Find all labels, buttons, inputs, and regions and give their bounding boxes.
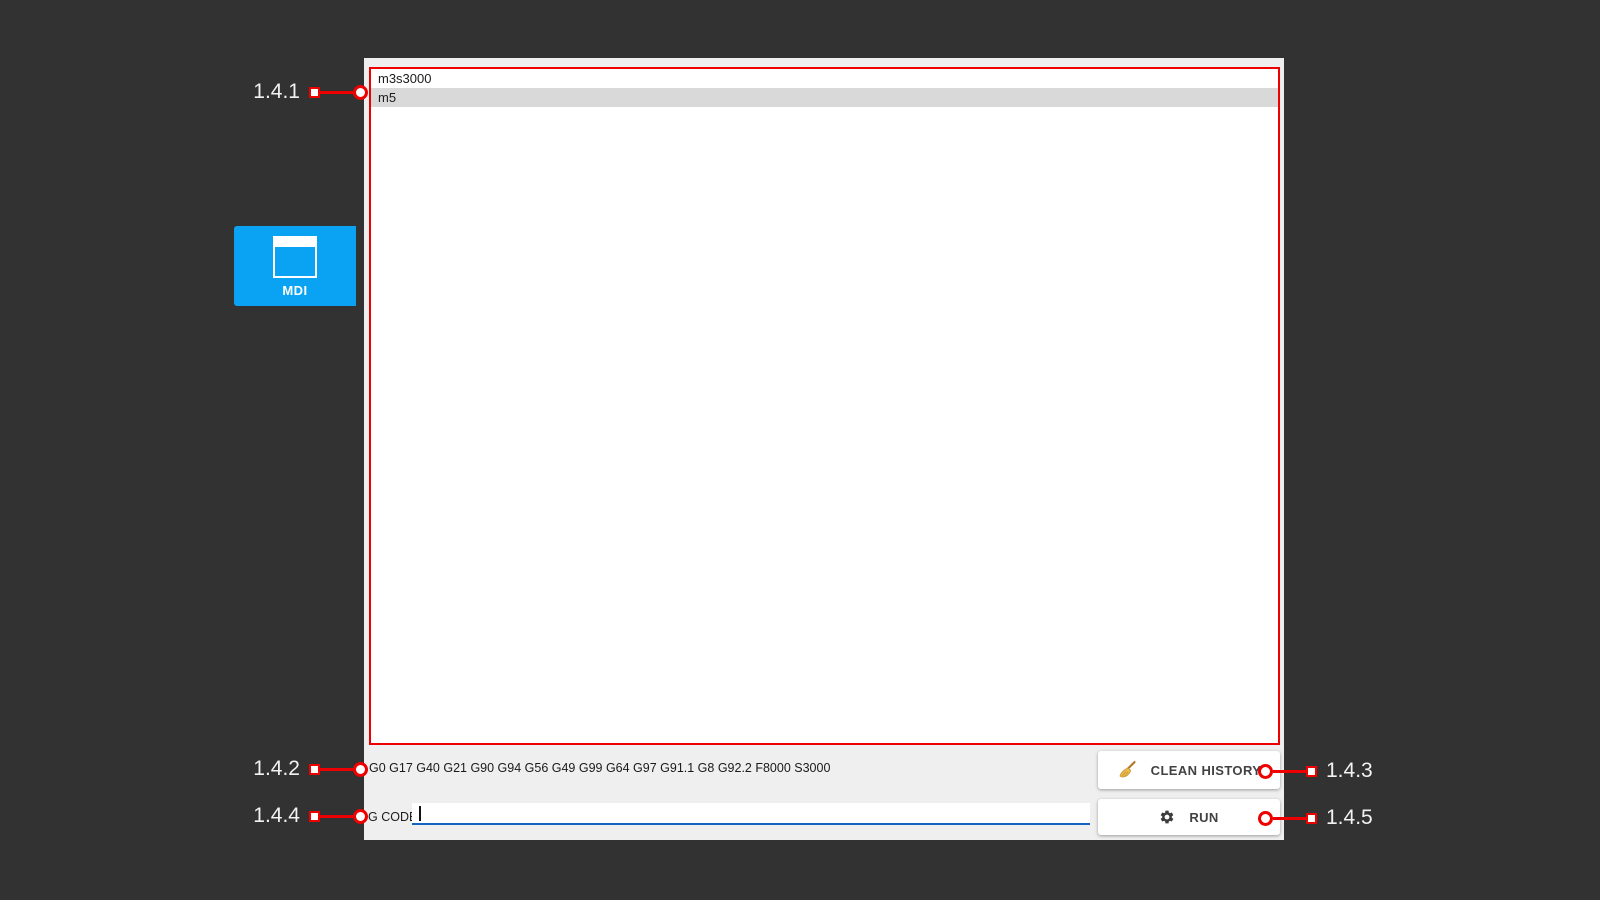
broom-icon <box>1117 760 1137 780</box>
run-button[interactable]: RUN <box>1098 799 1280 835</box>
history-row-selected[interactable]: m5 <box>371 88 1278 107</box>
callout-square-marker <box>309 811 320 822</box>
callout-line <box>1273 817 1306 820</box>
mdi-tab-label: MDI <box>282 283 307 298</box>
run-label: RUN <box>1189 810 1218 825</box>
callout-1-4-3: 1.4.3 <box>1258 758 1373 784</box>
callout-square-marker <box>1306 813 1317 824</box>
clean-history-label: CLEAN HISTORY <box>1151 763 1262 778</box>
gear-icon <box>1159 809 1175 825</box>
history-row[interactable]: m3s3000 <box>371 69 1278 88</box>
callout-1-4-5: 1.4.5 <box>1258 805 1373 831</box>
callout-1-4-4: 1.4.4 <box>253 803 368 829</box>
callout-label: 1.4.4 <box>253 803 300 829</box>
callout-circle-marker <box>1258 764 1273 779</box>
window-icon <box>273 236 317 278</box>
callout-circle-marker <box>1258 811 1273 826</box>
callout-circle-marker <box>353 85 368 100</box>
callout-line <box>320 768 353 771</box>
callout-label: 1.4.2 <box>253 756 300 782</box>
mdi-tab-button[interactable]: MDI <box>234 226 356 306</box>
callout-circle-marker <box>353 809 368 824</box>
callout-square-marker <box>1306 766 1317 777</box>
callout-square-marker <box>309 764 320 775</box>
callout-label: 1.4.3 <box>1326 758 1373 784</box>
callout-label: 1.4.5 <box>1326 805 1373 831</box>
callout-line <box>320 815 353 818</box>
callout-1-4-1: 1.4.1 <box>253 79 368 105</box>
callout-label: 1.4.1 <box>253 79 300 105</box>
active-gcodes-status: G0 G17 G40 G21 G90 G94 G56 G49 G99 G64 G… <box>369 761 830 775</box>
callout-line <box>320 91 353 94</box>
text-cursor <box>419 806 421 821</box>
callout-line <box>1273 770 1306 773</box>
callout-circle-marker <box>353 762 368 777</box>
callout-square-marker <box>309 87 320 98</box>
gcode-input[interactable] <box>412 803 1090 825</box>
mdi-history-list[interactable]: m3s3000 m5 <box>369 67 1280 745</box>
callout-1-4-2: 1.4.2 <box>253 756 368 782</box>
clean-history-button[interactable]: CLEAN HISTORY <box>1098 751 1280 789</box>
mdi-window: m3s3000 m5 <box>364 58 1284 840</box>
